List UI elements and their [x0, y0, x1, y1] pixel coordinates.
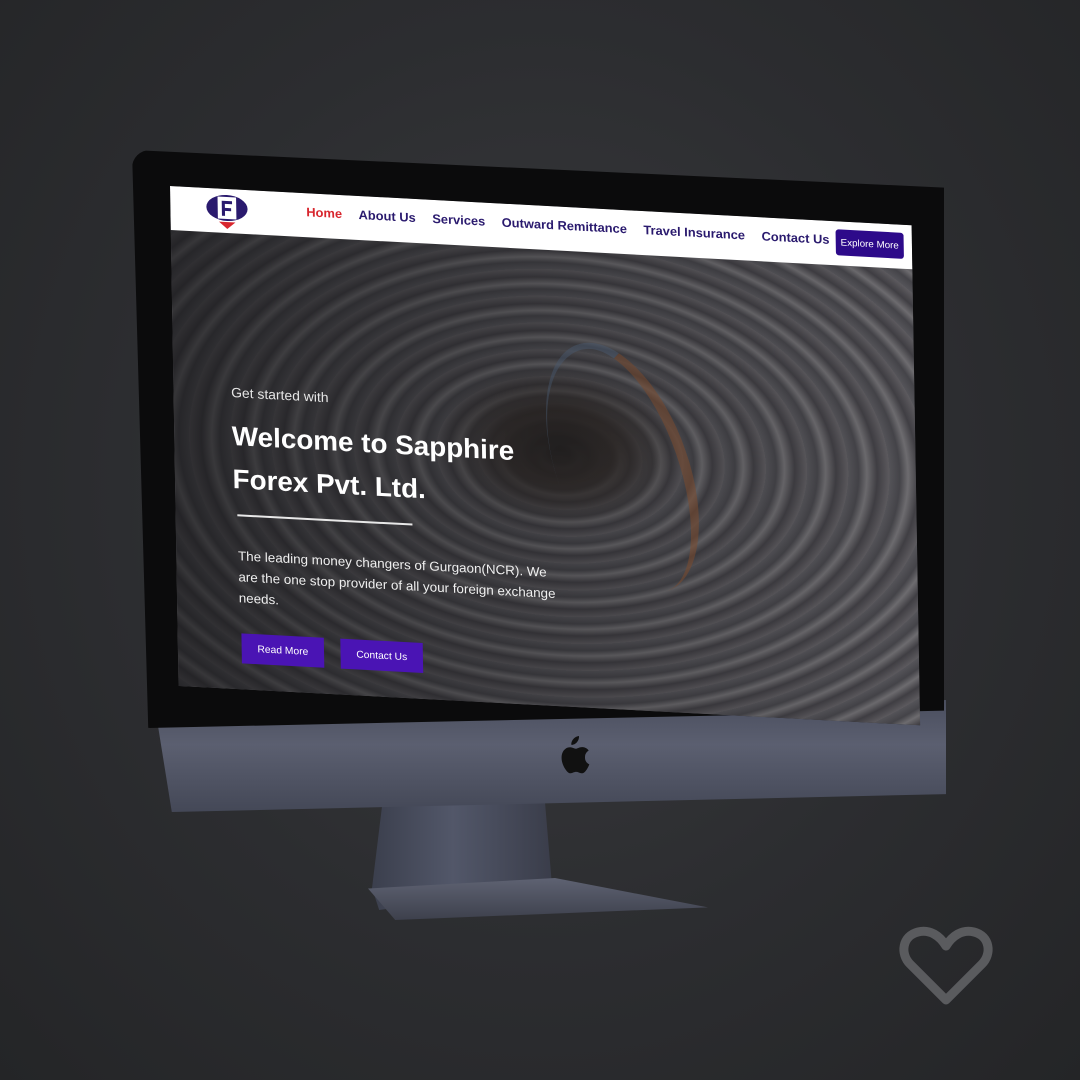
nav-item-travel-insurance[interactable]: Travel Insurance [643, 223, 745, 242]
mockup-stage: Home About Us Services Outward Remittanc… [0, 0, 1080, 1080]
nav-item-outward-remittance[interactable]: Outward Remittance [502, 216, 627, 237]
hero-title: Welcome to Sapphire Forex Pvt. Ltd. [231, 421, 515, 505]
explore-more-button[interactable]: Explore More [835, 229, 904, 259]
read-more-button[interactable]: Read More [241, 633, 325, 668]
apple-icon [561, 736, 590, 774]
nav-item-home[interactable]: Home [306, 205, 342, 221]
contact-us-button[interactable]: Contact Us [340, 638, 424, 673]
nav-item-about-us[interactable]: About Us [358, 208, 415, 225]
website-screen: Home About Us Services Outward Remittanc… [170, 186, 921, 726]
heart-icon[interactable] [898, 924, 994, 1008]
nav-item-contact-us[interactable]: Contact Us [761, 229, 829, 247]
sapphire-forex-logo[interactable] [203, 191, 251, 232]
nav-item-services[interactable]: Services [432, 212, 485, 229]
